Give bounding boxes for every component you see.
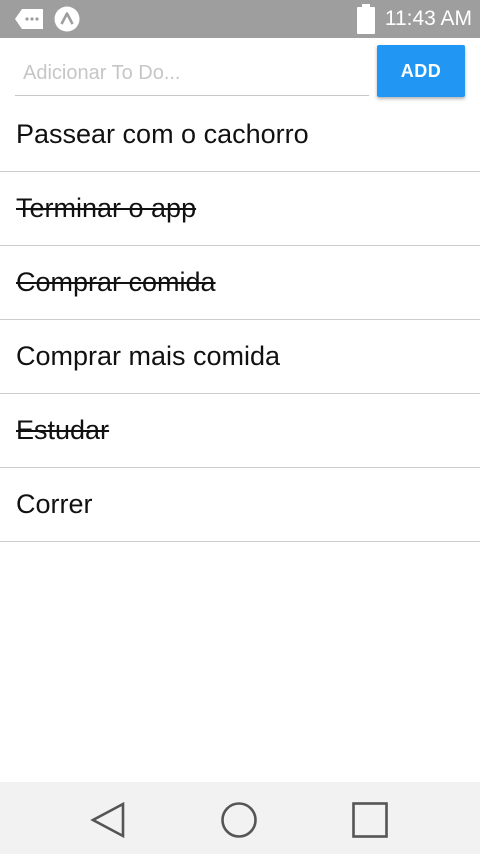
todo-input[interactable] xyxy=(15,52,369,96)
todo-item[interactable]: Estudar xyxy=(0,394,480,468)
battery-icon xyxy=(356,4,375,34)
todo-item[interactable]: Comprar mais comida xyxy=(0,320,480,394)
todo-item-text: Comprar comida xyxy=(16,267,216,297)
todo-item-text: Passear com o cachorro xyxy=(16,119,309,149)
todo-item-text: Correr xyxy=(16,489,93,519)
todo-item[interactable]: Comprar comida xyxy=(0,246,480,320)
todo-item[interactable]: Terminar o app xyxy=(0,172,480,246)
todo-item-text: Comprar mais comida xyxy=(16,341,281,371)
home-icon xyxy=(220,801,258,839)
todo-item-text: Terminar o app xyxy=(16,193,197,223)
recents-icon xyxy=(351,801,389,839)
home-button[interactable] xyxy=(219,800,259,840)
todo-item[interactable]: Passear com o cachorro xyxy=(0,98,480,172)
recents-button[interactable] xyxy=(350,800,390,840)
navigation-bar xyxy=(0,782,480,854)
app-notification-icon xyxy=(54,6,80,32)
add-todo-row: ADD xyxy=(0,38,480,100)
status-left-icons xyxy=(14,6,80,32)
status-right: 11:43 AM xyxy=(356,0,472,38)
todo-item-text: Estudar xyxy=(16,415,110,445)
todo-item[interactable]: Correr xyxy=(0,468,480,542)
message-icon xyxy=(14,8,44,30)
status-time: 11:43 AM xyxy=(384,7,472,30)
back-button[interactable] xyxy=(88,800,128,840)
todo-list: Passear com o cachorro Terminar o app Comp… xyxy=(0,98,480,542)
add-button[interactable]: ADD xyxy=(377,45,465,97)
status-bar: 11:43 AM xyxy=(0,0,480,38)
back-icon xyxy=(90,801,126,839)
